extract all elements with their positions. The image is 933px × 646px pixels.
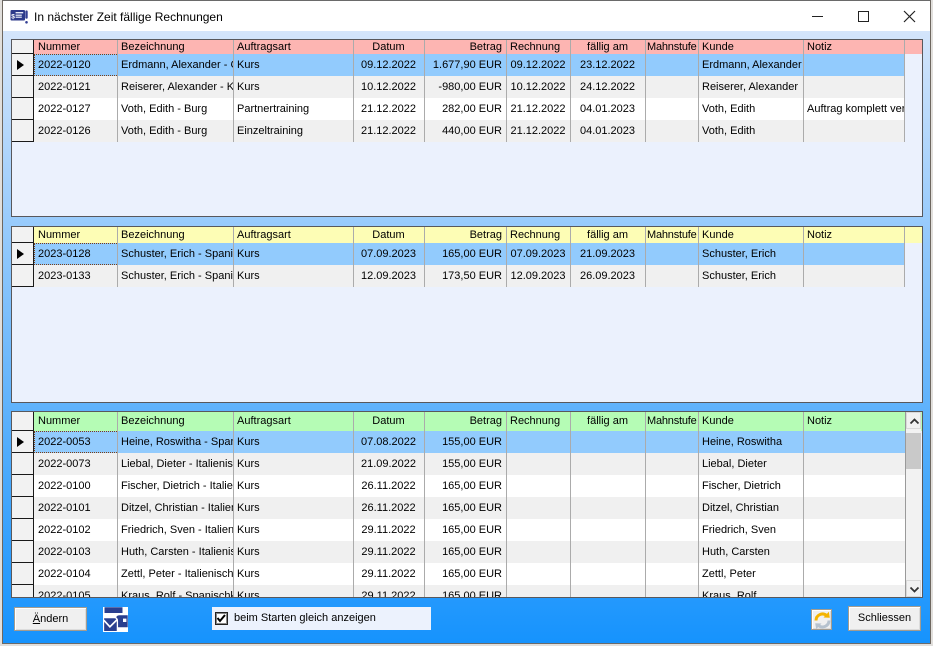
svg-text:$: $ bbox=[11, 13, 15, 20]
